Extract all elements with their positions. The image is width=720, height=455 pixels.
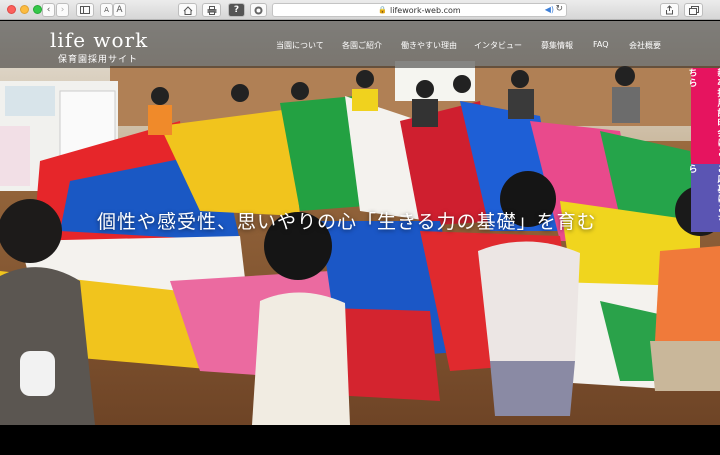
share-icon — [666, 5, 673, 15]
help-icon: ? — [233, 5, 240, 15]
address-bar[interactable]: 🔒 lifework-web.com ◀) ↻ — [272, 3, 567, 17]
reload-icon[interactable]: ↻ — [555, 4, 563, 14]
forward-icon: › — [60, 5, 65, 15]
minimize-window-button[interactable] — [20, 5, 29, 14]
sidebar-icon — [80, 6, 90, 14]
zoom-window-button[interactable] — [33, 5, 42, 14]
share-button[interactable] — [660, 3, 679, 17]
page-bottom-area — [0, 425, 720, 455]
back-button[interactable]: ‹ — [42, 3, 55, 17]
url-text: lifework-web.com — [390, 5, 461, 15]
nav-faq[interactable]: FAQ — [593, 40, 609, 49]
extension-icon — [254, 6, 263, 14]
home-icon — [183, 5, 192, 15]
nav-nurseries[interactable]: 各園ご紹介 — [342, 40, 382, 51]
speaker-icon[interactable]: ◀) — [545, 5, 554, 14]
seminar-tab[interactable]: 新卒採用説明会はこちら — [687, 68, 720, 164]
hero-section: life work 保育園採用サイト 当園について 各園ご紹介 働きやすい理由 … — [0, 21, 720, 425]
hero-catchcopy: 個性や感受性、思いやりの心「生きる力の基礎」を育む — [97, 211, 597, 233]
print-icon — [207, 5, 216, 15]
nav-about[interactable]: 当園について — [276, 40, 324, 51]
browser-toolbar: ‹ › A A ? 🔒 lifework-web.com ◀) ↻ — [0, 0, 720, 20]
site-subtitle: 保育園採用サイト — [58, 55, 139, 65]
lock-icon: 🔒 — [378, 6, 388, 14]
nav-recruit[interactable]: 募集情報 — [541, 40, 573, 51]
close-window-button[interactable] — [7, 5, 16, 14]
back-icon: ‹ — [46, 5, 51, 15]
font-larger-label: A — [116, 5, 123, 15]
tabs-button[interactable] — [684, 3, 703, 17]
forward-button[interactable]: › — [56, 3, 69, 17]
extension-button[interactable] — [250, 3, 267, 17]
tabs-icon — [688, 5, 699, 15]
font-smaller-label: A — [104, 6, 109, 14]
nav-company[interactable]: 会社概要 — [629, 40, 661, 51]
print-button[interactable] — [202, 3, 221, 17]
nav-interview[interactable]: インタビュー — [474, 40, 522, 51]
help-button[interactable]: ? — [228, 3, 245, 17]
apply-tab[interactable]: ご応募はこちら — [687, 164, 720, 232]
font-smaller-button[interactable]: A — [100, 3, 113, 17]
home-button[interactable] — [178, 3, 197, 17]
font-larger-button[interactable]: A — [113, 3, 126, 17]
nav-reasons[interactable]: 働きやすい理由 — [401, 40, 457, 51]
sidebar-button[interactable] — [76, 3, 94, 17]
site-logo[interactable]: life work — [50, 28, 148, 52]
